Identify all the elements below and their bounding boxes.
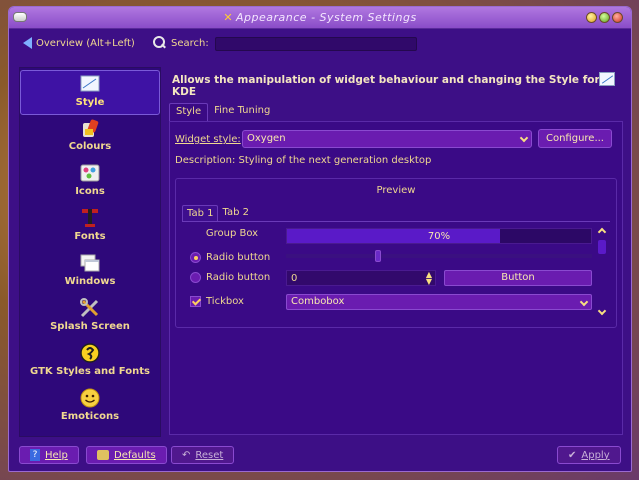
search-icon — [151, 35, 167, 51]
maximize-button[interactable] — [599, 12, 610, 23]
minimize-button[interactable] — [586, 12, 597, 23]
sidebar-item-windows[interactable]: Windows — [20, 250, 160, 295]
radio-button-1[interactable]: Radio button — [190, 252, 270, 263]
colours-icon — [83, 119, 99, 137]
chevron-down-icon — [579, 297, 589, 307]
tab-fine-tuning[interactable]: Fine Tuning — [208, 103, 276, 121]
reset-button[interactable]: ↶ Reset — [171, 446, 235, 464]
group-box: Group Box Radio button Radio button Tick… — [184, 226, 280, 316]
widget-style-label: Widget style: — [175, 134, 241, 145]
main-tabs: Style Fine Tuning — [169, 103, 276, 121]
search-label: Search: — [171, 37, 209, 49]
radio-indicator — [190, 272, 201, 283]
defaults-button[interactable]: Defaults — [86, 446, 167, 464]
preview-box: Preview Tab 1 Tab 2 Group Box Radio butt… — [175, 178, 617, 328]
sidebar-item-label: Windows — [64, 276, 116, 287]
sidebar-item-label: Fonts — [74, 231, 106, 242]
module-description: Allows the manipulation of widget behavi… — [172, 74, 600, 98]
preview-button[interactable]: Button — [444, 270, 592, 286]
sidebar-item-label: Splash Screen — [50, 321, 130, 332]
style-description: Description: Styling of the next generat… — [175, 155, 432, 166]
fonts-icon — [82, 209, 98, 227]
help-icon: ? — [30, 449, 40, 461]
search-area: Search: — [151, 35, 209, 51]
preview-tab-1[interactable]: Tab 1 — [182, 205, 219, 221]
back-arrow-icon — [23, 37, 32, 49]
spin-arrows-icon[interactable]: ▲ ▼ — [426, 271, 432, 286]
preview-title: Preview — [376, 185, 416, 196]
tickbox[interactable]: Tickbox — [190, 296, 244, 307]
title-bar: ✕ Appearance - System Settings — [9, 7, 631, 29]
sidebar-item-gtk-styles[interactable]: GTK Styles and Fonts — [20, 340, 160, 385]
search-input[interactable] — [215, 37, 417, 51]
icons-icon — [80, 164, 100, 182]
style-module-icon — [599, 72, 615, 86]
emoticons-icon — [80, 388, 100, 408]
sidebar-item-label: Icons — [75, 186, 105, 197]
sidebar-item-label: GTK Styles and Fonts — [30, 366, 150, 377]
slider-handle[interactable] — [374, 250, 381, 262]
scroll-thumb[interactable] — [598, 240, 606, 254]
close-button[interactable] — [612, 12, 623, 23]
preview-tabs: Tab 1 Tab 2 — [182, 205, 253, 221]
slider[interactable] — [286, 250, 592, 262]
sidebar-item-splash-screen[interactable]: Splash Screen — [20, 295, 160, 340]
windows-icon — [80, 254, 100, 272]
help-button[interactable]: ? Help — [19, 446, 79, 464]
preview-combobox[interactable]: Combobox — [286, 294, 592, 310]
radio-indicator — [190, 252, 201, 263]
sidebar-item-colours[interactable]: Colours — [20, 115, 160, 160]
sidebar-item-label: Emoticons — [60, 411, 120, 422]
checkmark-icon — [190, 296, 201, 307]
scroll-up-icon[interactable] — [597, 227, 607, 237]
gtk-icon — [80, 343, 100, 363]
sidebar-item-fonts[interactable]: Fonts — [20, 205, 160, 250]
sidebar-item-style[interactable]: Style — [20, 70, 160, 115]
group-box-title: Group Box — [205, 228, 259, 239]
preview-tab-content: Group Box Radio button Radio button Tick… — [182, 221, 610, 321]
settings-window: ✕ Appearance - System Settings Overview (… — [8, 6, 632, 472]
style-tab-content: Widget style: Oxygen Configure... Descri… — [169, 121, 623, 435]
tab-style[interactable]: Style — [169, 103, 209, 121]
main-panel: Allows the manipulation of widget behavi… — [169, 67, 625, 437]
sidebar-item-label: Colours — [68, 141, 112, 152]
appearance-app-icon: ✕ — [223, 11, 234, 24]
sidebar-item-label: Style — [75, 97, 105, 108]
splash-screen-icon — [80, 298, 99, 318]
sidebar-item-icons[interactable]: Icons — [20, 160, 160, 205]
radio-button-2[interactable]: Radio button — [190, 272, 270, 283]
reset-icon: ↶ — [182, 449, 191, 461]
widget-style-combo[interactable]: Oxygen — [242, 130, 532, 148]
defaults-icon — [97, 450, 109, 460]
toolbar: Overview (Alt+Left) Search: — [9, 29, 631, 61]
sidebar-item-emoticons[interactable]: Emoticons — [20, 385, 160, 430]
preview-tab-2[interactable]: Tab 2 — [218, 205, 252, 221]
progress-bar: 70% — [286, 228, 592, 244]
configure-button[interactable]: Configure... — [538, 129, 612, 148]
checkmark-icon: ✔ — [568, 449, 577, 461]
style-icon — [80, 75, 100, 92]
apply-button[interactable]: ✔ Apply — [557, 446, 621, 464]
preview-scrollbar[interactable] — [596, 226, 608, 318]
chevron-down-icon — [519, 133, 529, 143]
button-bar: ? Help Defaults ↶ Reset ✔ Apply — [9, 439, 631, 471]
category-sidebar: Style Colours Icons Fonts Windows Splash… — [19, 67, 161, 437]
overview-button[interactable]: Overview (Alt+Left) — [23, 37, 135, 49]
spin-box[interactable]: 0 ▲ ▼ — [286, 270, 436, 286]
scroll-down-icon[interactable] — [597, 306, 607, 316]
window-title: ✕ Appearance - System Settings — [223, 11, 417, 24]
progress-text: 70% — [427, 231, 451, 242]
overview-label: Overview (Alt+Left) — [36, 37, 135, 49]
